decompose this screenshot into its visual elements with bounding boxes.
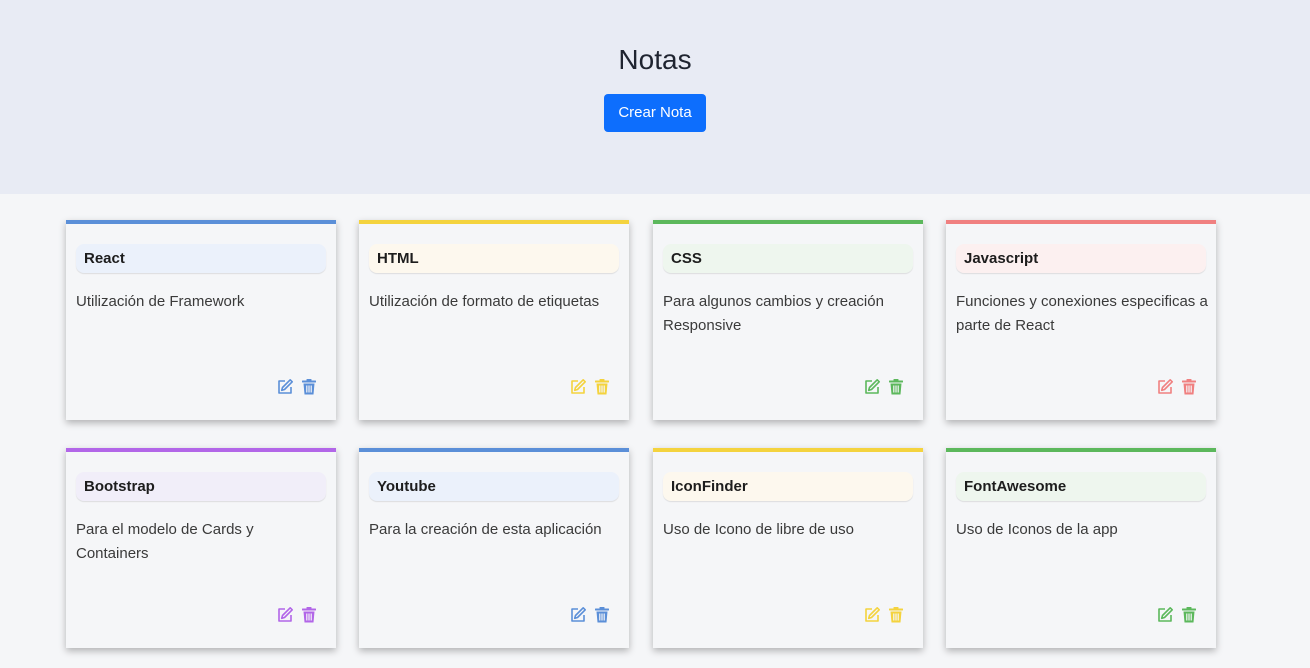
note-title-pill: Javascript [956,244,1206,273]
note-actions [569,378,611,398]
header-section: Notas Crear Nota [0,0,1310,194]
note-title-pill: CSS [663,244,913,273]
note-text: Uso de Icono de libre de uso [663,521,854,538]
note-title: CSS [671,250,702,267]
note-title-pill: IconFinder [663,472,913,501]
note-title: Youtube [377,478,436,495]
edit-icon[interactable] [863,378,881,396]
note-title-pill: Bootstrap [76,472,326,501]
edit-icon[interactable] [1156,378,1174,396]
note-actions [863,606,905,626]
trash-icon[interactable] [300,606,318,624]
note-title-pill: FontAwesome [956,472,1206,501]
note-card: Javascript Funciones y conexiones especif… [946,220,1216,420]
note-text: Utilización de formato de etiquetas [369,293,600,310]
note-title: Javascript [964,250,1039,267]
note-actions [863,378,905,398]
note-card: IconFinder Uso de Icono de libre de uso [653,448,923,648]
note-card: CSS Para algunos cambios y creación Respo… [653,220,923,420]
note-color-bar [946,448,1216,452]
note-title: Bootstrap [84,478,155,495]
note-color-bar [66,448,336,452]
note-title: HTML [377,250,419,267]
note-title: React [84,250,125,267]
note-title: IconFinder [671,478,748,495]
note-color-bar [653,448,923,452]
note-card: FontAwesome Uso de Iconos de la app [946,448,1216,648]
create-note-button[interactable]: Crear Nota [604,94,706,132]
note-title-pill: React [76,244,326,273]
edit-icon[interactable] [569,378,587,396]
trash-icon[interactable] [593,606,611,624]
trash-icon[interactable] [887,378,905,396]
trash-icon[interactable] [1180,606,1198,624]
note-title-pill: Youtube [369,472,619,501]
note-title-pill: HTML [369,244,619,273]
note-color-bar [653,220,923,224]
note-card: Youtube Para la creación de esta aplicaci… [359,448,629,648]
note-actions [276,606,318,626]
note-text: Uso de Iconos de la app [956,521,1118,538]
note-text: Utilización de Framework [76,293,245,310]
note-card: React Utilización de Framework [66,220,336,420]
page-title: Notas [618,44,692,75]
note-actions [1156,378,1198,398]
note-actions [1156,606,1198,626]
note-actions [569,606,611,626]
trash-icon[interactable] [887,606,905,624]
note-color-bar [359,220,629,224]
note-actions [276,378,318,398]
note-text: Funciones y conexiones especificas a par… [956,293,1208,334]
trash-icon[interactable] [593,378,611,396]
note-card: Bootstrap Para el modelo de Cards y Conta… [66,448,336,648]
trash-icon[interactable] [1180,378,1198,396]
edit-icon[interactable] [569,606,587,624]
edit-icon[interactable] [276,606,294,624]
edit-icon[interactable] [276,378,294,396]
edit-icon[interactable] [1156,606,1174,624]
note-color-bar [66,220,336,224]
note-card: HTML Utilización de formato de etiquetas [359,220,629,420]
note-text: Para algunos cambios y creación Responsi… [663,293,884,334]
note-color-bar [946,220,1216,224]
note-text: Para el modelo de Cards y Containers [76,521,254,562]
trash-icon[interactable] [300,378,318,396]
note-color-bar [359,448,629,452]
note-title: FontAwesome [964,478,1067,495]
edit-icon[interactable] [863,606,881,624]
note-text: Para la creación de esta aplicación [369,521,602,538]
